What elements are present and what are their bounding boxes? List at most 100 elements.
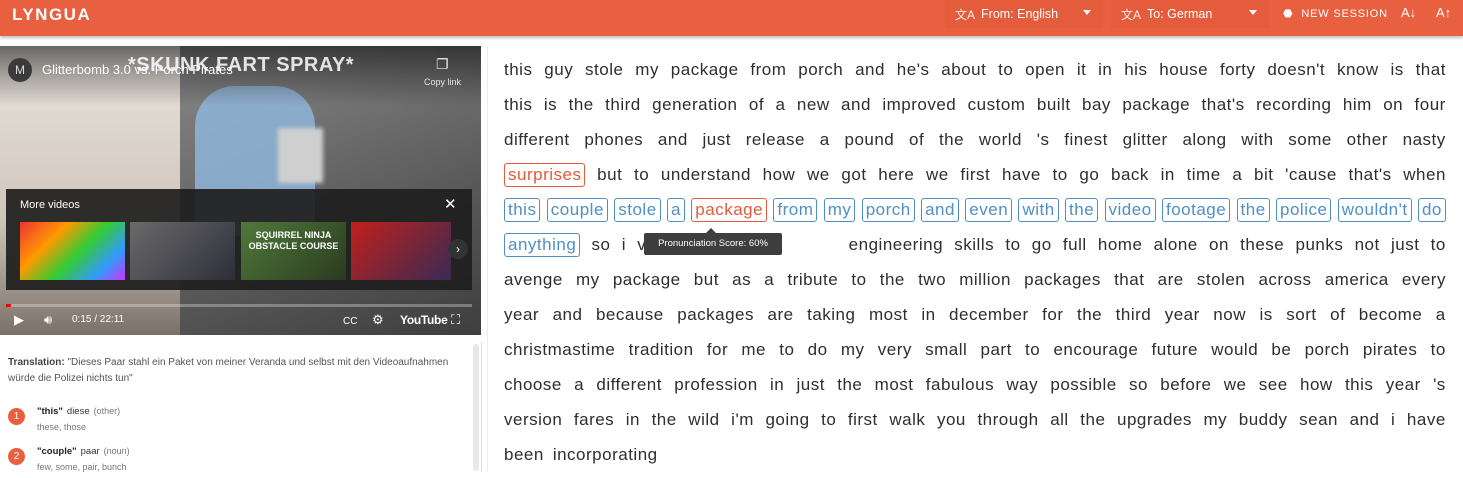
transcript-word[interactable]: built (1037, 95, 1071, 115)
transcript-word[interactable]: about (941, 60, 986, 80)
transcript-word[interactable]: third (605, 95, 641, 115)
transcript-word-selected[interactable]: do (1417, 198, 1446, 222)
transcript-word[interactable]: on (1209, 235, 1229, 255)
transcript-word[interactable]: that's (1348, 165, 1391, 185)
transcript-word[interactable]: the (880, 270, 905, 290)
transcript-word[interactable]: but (597, 165, 622, 185)
transcript-word[interactable]: year (1386, 375, 1421, 395)
transcript-word[interactable]: my (841, 340, 865, 360)
transcript-word[interactable]: this (504, 95, 532, 115)
transcript-word[interactable]: of (1330, 305, 1345, 325)
transcript-word-selected[interactable]: a (666, 198, 685, 222)
transcript-word[interactable]: punks (1295, 235, 1343, 255)
transcript-word[interactable]: tradition (629, 340, 694, 360)
transcript-word[interactable]: nasty (1403, 130, 1446, 150)
transcript-word[interactable]: as (732, 270, 751, 290)
transcript-word[interactable]: him (1343, 95, 1372, 115)
transcript-word[interactable]: in (1098, 60, 1112, 80)
transcript-word[interactable]: are (1158, 270, 1184, 290)
transcript-word-selected[interactable]: and (921, 198, 959, 222)
captions-icon[interactable]: CC (343, 316, 357, 327)
transcript-word[interactable]: this (1345, 375, 1373, 395)
transcript-word[interactable]: would (1211, 340, 1258, 360)
transcript-word-selected[interactable]: from (773, 198, 818, 222)
transcript-word[interactable]: year (1165, 305, 1200, 325)
transcript-word[interactable]: these (1240, 235, 1284, 255)
transcript-word[interactable]: forty (1220, 60, 1256, 80)
transcript-word[interactable]: avenge (504, 270, 563, 290)
transcript-word[interactable]: full (1063, 235, 1087, 255)
transcript-word-selected[interactable]: footage (1161, 198, 1231, 222)
transcript-word[interactable]: go (1032, 235, 1052, 255)
word-entry[interactable]: 2 "couple" paar (noun) few, some, pair, bu… (8, 446, 468, 478)
transcript-word[interactable]: improved (882, 95, 956, 115)
transcript-word[interactable]: 's (1433, 375, 1446, 395)
transcript-word[interactable]: is (1390, 60, 1403, 80)
transcript-word[interactable]: my (635, 60, 659, 80)
transcript-word[interactable]: across (1258, 270, 1311, 290)
transcript-word[interactable]: with (1241, 130, 1273, 150)
transcript-word[interactable]: and (1350, 410, 1380, 430)
copy-link-label[interactable]: Copy link (424, 77, 461, 87)
transcript-word[interactable]: the (1080, 410, 1105, 430)
volume-icon[interactable]: 🔊︎ (44, 312, 52, 328)
transcript-word[interactable]: pirates (1363, 340, 1418, 360)
channel-avatar[interactable]: M (8, 58, 32, 82)
transcript-word[interactable]: that's (1202, 95, 1245, 115)
transcript-word[interactable]: through (977, 410, 1038, 430)
transcript-word[interactable]: that (1114, 270, 1144, 290)
transcript-word[interactable]: in (1161, 165, 1175, 185)
transcript-word-selected[interactable]: video (1104, 198, 1156, 222)
transcript-word[interactable]: become (1359, 305, 1422, 325)
scrollbar[interactable] (473, 344, 479, 471)
transcript-word[interactable]: part (981, 340, 1012, 360)
transcript-word-selected[interactable]: porch (861, 198, 915, 222)
youtube-logo[interactable]: YouTube (400, 313, 448, 327)
transcript-word[interactable]: profession (674, 375, 757, 395)
gear-icon[interactable]: ⚙ (372, 312, 384, 328)
transcript-word[interactable]: for (707, 340, 728, 360)
transcript-word[interactable]: christmastime (504, 340, 615, 360)
transcript-word[interactable]: bay (1082, 95, 1111, 115)
transcript-word[interactable]: future (1152, 340, 1198, 360)
transcript-word[interactable]: skills (954, 235, 994, 255)
transcript-word[interactable]: and (855, 60, 885, 80)
transcript-word[interactable]: porch (1305, 340, 1350, 360)
transcript-word[interactable]: world (979, 130, 1022, 150)
play-icon[interactable]: ▶ (14, 312, 24, 328)
transcript-word[interactable]: open (1025, 60, 1065, 80)
video-thumbnail[interactable]: SQUIRREL NINJA OBSTACLE COURSE (241, 222, 346, 280)
transcript-word[interactable]: i'm (731, 410, 754, 430)
transcript-word[interactable]: and (658, 130, 688, 150)
transcript-word[interactable]: my (1203, 410, 1227, 430)
transcript-word[interactable]: to (779, 340, 794, 360)
transcript-word[interactable]: all (1050, 410, 1069, 430)
transcript-word[interactable]: buddy (1239, 410, 1288, 430)
transcript-word[interactable]: understand (661, 165, 751, 185)
transcript-word[interactable]: how (763, 165, 796, 185)
transcript-word[interactable]: of (909, 130, 924, 150)
transcript-word[interactable]: so (1129, 375, 1148, 395)
transcript-word[interactable]: have (1407, 410, 1446, 430)
transcript-word[interactable]: not (1355, 235, 1380, 255)
transcript-word[interactable]: is (1259, 305, 1272, 325)
transcript-word[interactable]: fares (574, 410, 614, 430)
transcript-word[interactable]: to (821, 410, 836, 430)
transcript-word[interactable]: how (1300, 375, 1333, 395)
transcript-word-selected[interactable]: package (691, 198, 768, 222)
transcript-word[interactable]: is (544, 95, 557, 115)
transcript-word[interactable]: the (652, 410, 677, 430)
transcript-word[interactable]: generation (652, 95, 737, 115)
transcript-word[interactable]: sean (1299, 410, 1338, 430)
chevron-right-icon[interactable]: › (448, 239, 468, 259)
transcript-word[interactable]: very (878, 340, 912, 360)
transcript-word[interactable]: a (820, 130, 830, 150)
transcript-word[interactable]: bit (1254, 165, 1273, 185)
transcript-word[interactable]: to (1431, 235, 1446, 255)
transcript-word[interactable]: and (841, 95, 871, 115)
transcript-word[interactable]: a (1436, 305, 1446, 325)
transcript-word[interactable]: be (1271, 340, 1291, 360)
transcript-word[interactable]: i (622, 235, 626, 255)
transcript-word[interactable]: now (1213, 305, 1246, 325)
transcript-word-selected[interactable]: wouldn't (1337, 198, 1412, 222)
